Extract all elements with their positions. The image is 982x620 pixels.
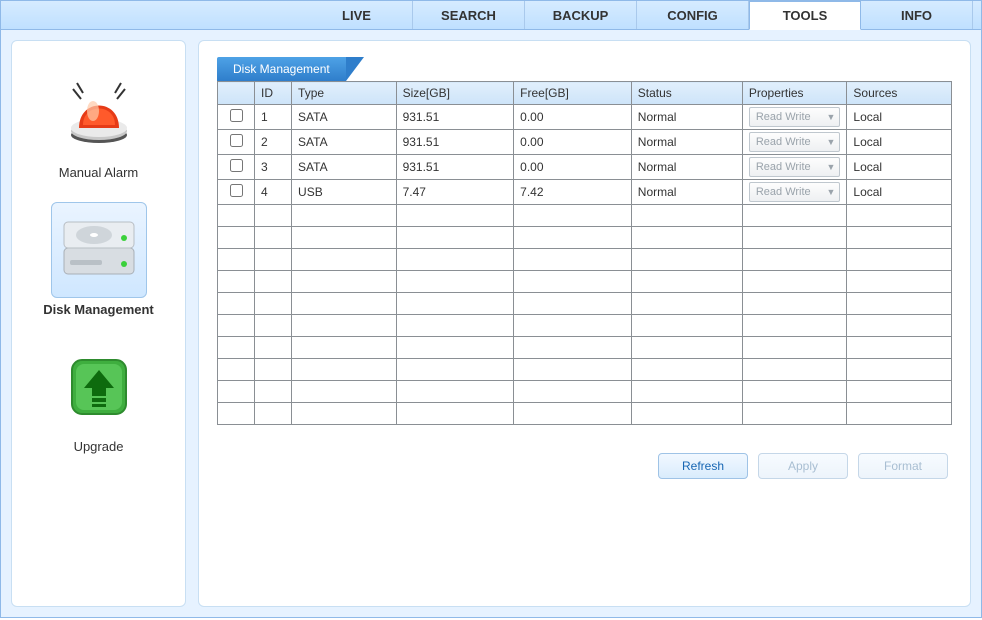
row-checkbox[interactable]: [230, 159, 243, 172]
button-row: Refresh Apply Format: [217, 453, 952, 479]
cell-free: 0.00: [514, 130, 632, 155]
panel-title: Disk Management: [217, 57, 346, 81]
sidebar-item-upgrade[interactable]: Upgrade: [24, 333, 174, 464]
table-row: 2SATA931.510.00Normal Read Write▼ Local: [218, 130, 952, 155]
cell-size: 931.51: [396, 155, 514, 180]
table-row: [218, 249, 952, 271]
cell-size: 7.47: [396, 180, 514, 205]
cell-status: Normal: [631, 180, 742, 205]
upgrade-icon: [51, 339, 147, 435]
col-sources: Sources: [847, 82, 952, 105]
sidebar-item-disk-management[interactable]: Disk Management: [24, 196, 174, 327]
cell-free: 0.00: [514, 105, 632, 130]
table-row: [218, 293, 952, 315]
cell-id: 4: [255, 180, 292, 205]
cell-sources: Local: [847, 180, 952, 205]
cell-id: 1: [255, 105, 292, 130]
sidebar: Manual Alarm Disk Management: [11, 40, 186, 607]
col-free: Free[GB]: [514, 82, 632, 105]
table-row: [218, 337, 952, 359]
cell-sources: Local: [847, 155, 952, 180]
table-row: [218, 205, 952, 227]
apply-button[interactable]: Apply: [758, 453, 848, 479]
tab-tools[interactable]: TOOLS: [749, 1, 861, 30]
format-button[interactable]: Format: [858, 453, 948, 479]
col-properties: Properties: [742, 82, 847, 105]
col-status: Status: [631, 82, 742, 105]
cell-free: 0.00: [514, 155, 632, 180]
cell-id: 3: [255, 155, 292, 180]
cell-size: 931.51: [396, 105, 514, 130]
main-area: Manual Alarm Disk Management: [0, 30, 982, 618]
table-row: 4USB7.477.42Normal Read Write▼ Local: [218, 180, 952, 205]
cell-type: SATA: [292, 105, 397, 130]
tab-info[interactable]: INFO: [861, 1, 973, 29]
table-row: [218, 359, 952, 381]
table-row: [218, 315, 952, 337]
tab-config[interactable]: CONFIG: [637, 1, 749, 29]
cell-size: 931.51: [396, 130, 514, 155]
table-row: 1SATA931.510.00Normal Read Write▼ Local: [218, 105, 952, 130]
cell-status: Normal: [631, 155, 742, 180]
chevron-down-icon: ▼: [826, 112, 835, 122]
cell-sources: Local: [847, 130, 952, 155]
properties-select[interactable]: Read Write▼: [749, 107, 841, 127]
row-checkbox[interactable]: [230, 134, 243, 147]
disks-icon: [51, 202, 147, 298]
top-tabs: LIVESEARCHBACKUPCONFIGTOOLSINFO: [0, 0, 982, 30]
col-size: Size[GB]: [396, 82, 514, 105]
col-type: Type: [292, 82, 397, 105]
cell-sources: Local: [847, 105, 952, 130]
cell-id: 2: [255, 130, 292, 155]
chevron-down-icon: ▼: [826, 137, 835, 147]
cell-status: Normal: [631, 130, 742, 155]
col-check: [218, 82, 255, 105]
properties-select[interactable]: Read Write▼: [749, 132, 841, 152]
col-id: ID: [255, 82, 292, 105]
tab-search[interactable]: SEARCH: [413, 1, 525, 29]
cell-type: USB: [292, 180, 397, 205]
refresh-button[interactable]: Refresh: [658, 453, 748, 479]
table-row: 3SATA931.510.00Normal Read Write▼ Local: [218, 155, 952, 180]
chevron-down-icon: ▼: [826, 187, 835, 197]
properties-select[interactable]: Read Write▼: [749, 157, 841, 177]
disk-table: ID Type Size[GB] Free[GB] Status Propert…: [217, 81, 952, 425]
cell-type: SATA: [292, 155, 397, 180]
table-header-row: ID Type Size[GB] Free[GB] Status Propert…: [218, 82, 952, 105]
sidebar-item-label: Upgrade: [74, 439, 124, 454]
sidebar-item-label: Manual Alarm: [59, 165, 138, 180]
table-row: [218, 227, 952, 249]
cell-type: SATA: [292, 130, 397, 155]
sidebar-item-manual-alarm[interactable]: Manual Alarm: [24, 59, 174, 190]
sidebar-item-label: Disk Management: [43, 302, 154, 317]
table-row: [218, 381, 952, 403]
cell-free: 7.42: [514, 180, 632, 205]
chevron-down-icon: ▼: [826, 162, 835, 172]
table-row: [218, 403, 952, 425]
row-checkbox[interactable]: [230, 109, 243, 122]
tab-backup[interactable]: BACKUP: [525, 1, 637, 29]
properties-select[interactable]: Read Write▼: [749, 182, 841, 202]
tab-live[interactable]: LIVE: [301, 1, 413, 29]
alarm-icon: [51, 65, 147, 161]
row-checkbox[interactable]: [230, 184, 243, 197]
cell-status: Normal: [631, 105, 742, 130]
table-row: [218, 271, 952, 293]
content-panel: Disk Management ID Type Size[GB] Free[GB…: [198, 40, 971, 607]
